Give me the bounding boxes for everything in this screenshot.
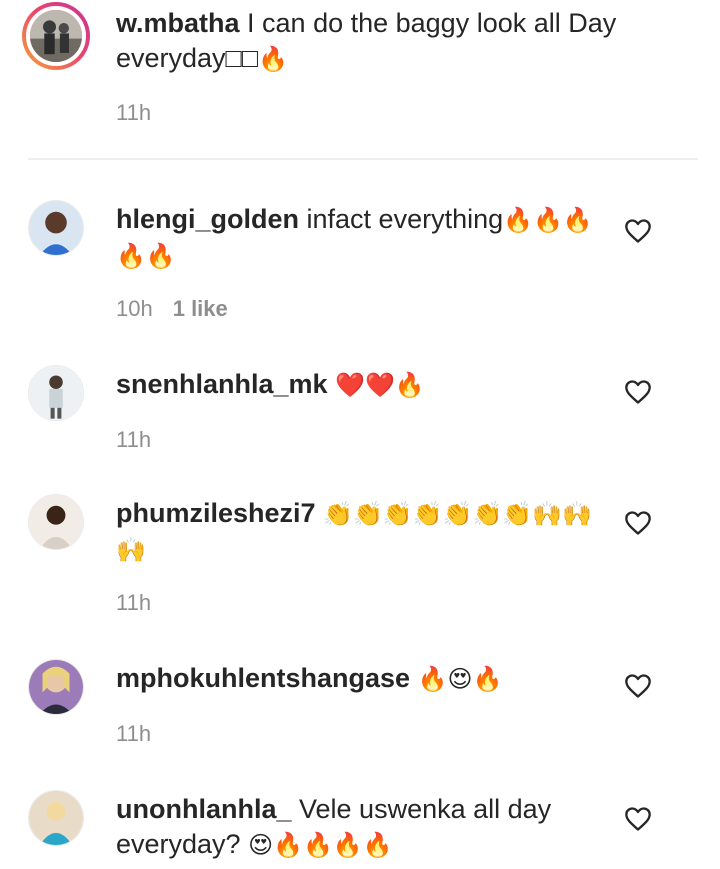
- comment-text: [316, 498, 324, 528]
- comment-body: w.mbatha I can do the baggy look all Day…: [116, 6, 636, 77]
- heart-outline-icon[interactable]: [624, 379, 652, 405]
- heart-outline-icon[interactable]: [624, 510, 652, 536]
- avatar[interactable]: [28, 494, 84, 550]
- comments-screen: w.mbatha I can do the baggy look all Day…: [0, 0, 720, 869]
- heart-outline-icon[interactable]: [624, 673, 652, 699]
- comment-emoji: 🔥😍🔥: [417, 665, 503, 693]
- divider: [28, 158, 698, 160]
- avatar[interactable]: [28, 200, 84, 256]
- comment-text: [328, 369, 336, 399]
- comment-time[interactable]: 11h: [116, 427, 151, 452]
- comment-emoji: 🔥: [258, 45, 289, 73]
- comment-username[interactable]: snenhlanhla_mk: [116, 369, 328, 399]
- comment-meta: 11h: [116, 590, 151, 616]
- comment-text: infact everything: [299, 204, 504, 234]
- comment-meta: 11h: [116, 427, 151, 453]
- comment-body: snenhlanhla_mk ❤️❤️🔥: [116, 367, 608, 403]
- comment-body: mphokuhlentshangase 🔥😍🔥: [116, 661, 608, 697]
- comment-username[interactable]: mphokuhlentshangase: [116, 663, 410, 693]
- comment-time[interactable]: 11h: [116, 590, 151, 615]
- comment-emoji: ❤️❤️🔥: [335, 371, 425, 399]
- comment-likes[interactable]: 1 like: [173, 296, 228, 321]
- heart-outline-icon[interactable]: [624, 806, 652, 832]
- comment-body: hlengi_golden infact everything🔥🔥🔥🔥🔥: [116, 202, 608, 274]
- comment-emoji: 😍🔥🔥🔥🔥: [248, 831, 393, 859]
- comment-username[interactable]: w.mbatha: [116, 8, 240, 38]
- comment-meta: 10h 1 like: [116, 296, 228, 322]
- comment-meta: 11h: [116, 100, 151, 126]
- comment-text: [410, 663, 418, 693]
- comment-time[interactable]: 11h: [116, 721, 151, 746]
- comment-username[interactable]: phumzileshezi7: [116, 498, 316, 528]
- comment-username[interactable]: unonhlanhla_: [116, 794, 292, 824]
- comment-meta: 11h: [116, 721, 151, 747]
- comment-username[interactable]: hlengi_golden: [116, 204, 299, 234]
- comment-time[interactable]: 11h: [116, 100, 151, 125]
- avatar[interactable]: [22, 2, 90, 70]
- avatar[interactable]: [28, 365, 84, 421]
- heart-outline-icon[interactable]: [624, 218, 652, 244]
- comment-body: phumzileshezi7 👏👏👏👏👏👏👏🙌🙌🙌: [116, 496, 608, 568]
- avatar[interactable]: [28, 790, 84, 846]
- comment-time[interactable]: 10h: [116, 296, 153, 321]
- comment-body: unonhlanhla_ Vele uswenka all day everyd…: [116, 792, 608, 863]
- avatar[interactable]: [28, 659, 84, 715]
